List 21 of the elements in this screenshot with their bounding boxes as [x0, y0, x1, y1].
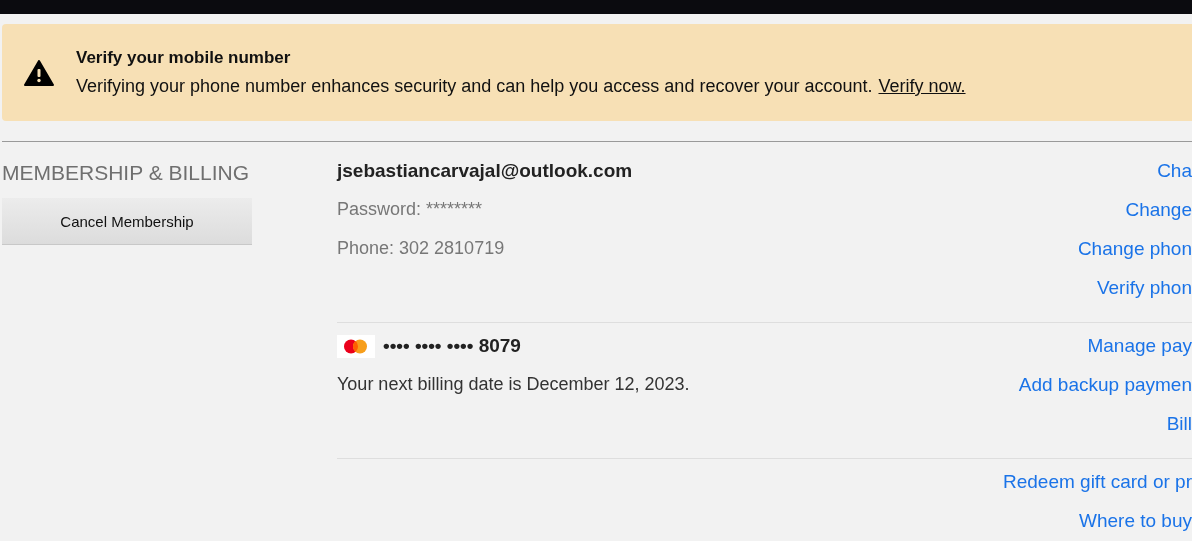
banner-title: Verify your mobile number — [76, 48, 292, 68]
account-link[interactable]: Change — [1125, 199, 1192, 221]
banner-message: Verifying your phone number enhances security and can help you access and recover your account. — [76, 76, 873, 97]
account-link[interactable]: Cha — [1157, 160, 1192, 182]
verify-now-link[interactable]: Verify now. — [878, 76, 966, 96]
cancel-membership-button[interactable]: Cancel Membership — [2, 198, 252, 245]
account-detail: Phone: 302 2810719 — [337, 238, 505, 259]
account-detail: Your next billing date is December 12, 2023. — [337, 374, 690, 395]
card-brand-icon — [337, 335, 375, 358]
card-number: •••• •••• •••• 8079 — [383, 335, 521, 357]
account-link[interactable]: Bill — [1166, 413, 1192, 435]
account-link[interactable]: Where to buy — [1079, 510, 1192, 532]
section-heading: MEMBERSHIP & BILLING — [2, 161, 251, 185]
account-email: jsebastiancarvajal@outlook.com — [337, 160, 633, 182]
account-link[interactable]: Verify phon — [1096, 277, 1192, 299]
account-link[interactable]: Change phon — [1077, 238, 1192, 260]
warning-icon — [24, 59, 54, 86]
account-detail: Password: ******** — [337, 199, 483, 220]
account-link[interactable]: Add backup paymen — [1018, 374, 1192, 396]
account-link[interactable]: Manage pay — [1087, 335, 1192, 357]
account-link[interactable]: Redeem gift card or pr — [1002, 471, 1192, 493]
